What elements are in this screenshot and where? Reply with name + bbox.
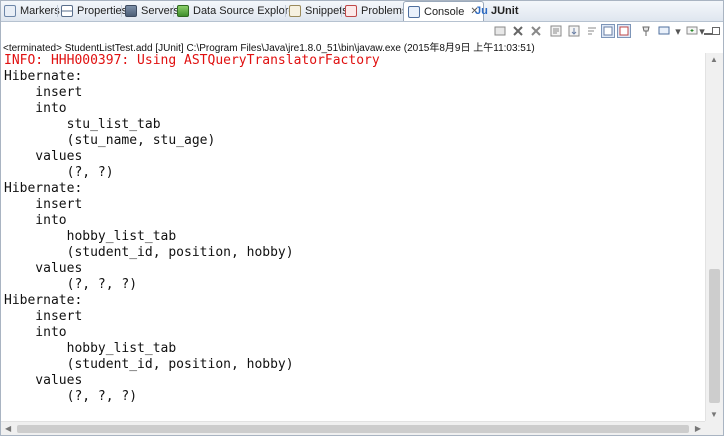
console-toolbar: ▾ ▾ <box>1 22 723 40</box>
tab-label: Problems <box>361 5 408 17</box>
tab-label: Console <box>424 5 465 18</box>
console-line: insert <box>4 197 91 212</box>
tab-data-source-explorer[interactable]: Data Source Explorer <box>177 2 298 20</box>
show-when-stderr-icon[interactable] <box>617 24 631 38</box>
tab-snippets[interactable]: Snippets <box>289 2 348 20</box>
view-tab-bar: Markers Properties Servers Data Source E… <box>1 1 723 22</box>
data-source-explorer-icon <box>177 5 189 17</box>
problems-icon <box>345 5 357 17</box>
console-line: INFO: HHH000397: Using ASTQueryTranslato… <box>4 53 380 68</box>
console-view: Markers Properties Servers Data Source E… <box>0 0 724 436</box>
properties-icon <box>61 5 73 17</box>
chevron-down-icon[interactable]: ▾ <box>671 24 685 38</box>
console-output[interactable]: INFO: HHH000397: Using ASTQueryTranslato… <box>4 53 704 421</box>
show-when-stdout-icon[interactable] <box>601 24 615 38</box>
console-line: (?, ?, ?) <box>4 389 138 404</box>
tab-separator <box>285 5 286 17</box>
console-line: Hibernate: <box>4 181 91 196</box>
tab-properties[interactable]: Properties <box>61 2 127 20</box>
console-line: into <box>4 325 67 340</box>
scroll-lock-icon[interactable] <box>567 24 581 38</box>
console-line: into <box>4 101 67 116</box>
tab-label: JUnit <box>491 5 519 17</box>
console-line: values <box>4 149 83 164</box>
scrollbar-corner <box>705 421 723 435</box>
console-line: values <box>4 373 83 388</box>
console-icon <box>408 5 420 18</box>
servers-icon <box>125 5 137 17</box>
scroll-right-icon[interactable]: ▶ <box>695 424 701 433</box>
junit-icon: Ju <box>475 5 488 17</box>
console-line: insert <box>4 85 91 100</box>
markers-icon <box>4 5 16 17</box>
tab-separator <box>341 5 342 17</box>
scroll-thumb[interactable] <box>709 269 720 403</box>
word-wrap-icon[interactable] <box>585 24 599 38</box>
tab-separator <box>57 5 58 17</box>
snippets-icon <box>289 5 301 17</box>
scroll-left-icon[interactable]: ◀ <box>5 424 11 433</box>
tab-junit[interactable]: Ju JUnit <box>475 2 519 20</box>
console-line: stu_list_tab <box>4 117 161 132</box>
horizontal-scrollbar[interactable]: ◀ ▶ <box>1 421 705 435</box>
scroll-down-icon[interactable]: ▼ <box>710 410 718 419</box>
console-line: hobby_list_tab <box>4 341 177 356</box>
console-line: into <box>4 213 67 228</box>
tab-console[interactable]: Console ✕ <box>403 1 484 21</box>
console-line: (?, ?, ?) <box>4 277 138 292</box>
remove-launch-icon[interactable] <box>493 24 507 38</box>
maximize-icon[interactable] <box>711 24 721 38</box>
console-line: (student_id, position, hobby) <box>4 357 302 372</box>
scroll-thumb[interactable] <box>17 425 689 433</box>
console-line: Hibernate: <box>4 293 91 308</box>
tab-servers[interactable]: Servers <box>125 2 179 20</box>
console-line: insert <box>4 309 91 324</box>
clear-console-icon[interactable] <box>549 24 563 38</box>
console-line: (stu_name, stu_age) <box>4 133 224 148</box>
vertical-scrollbar[interactable]: ▲ ▼ <box>705 53 723 421</box>
console-line: (student_id, position, hobby) <box>4 245 302 260</box>
pin-console-icon[interactable] <box>639 24 653 38</box>
remove-all-terminated-icon[interactable] <box>529 24 543 38</box>
display-selected-console-icon[interactable] <box>657 24 671 38</box>
tab-separator <box>173 5 174 17</box>
launch-status-line: <terminated> StudentListTest.add [JUnit]… <box>3 43 535 54</box>
console-line: values <box>4 261 83 276</box>
tab-separator <box>121 5 122 17</box>
terminate-icon[interactable] <box>511 24 525 38</box>
tab-label: Properties <box>77 5 128 17</box>
tab-label: Data Source Explorer <box>193 5 299 17</box>
console-line: hobby_list_tab <box>4 229 177 244</box>
console-line: (?, ?) <box>4 165 114 180</box>
tab-problems[interactable]: Problems <box>345 2 407 20</box>
console-line: Hibernate: <box>4 69 91 84</box>
tab-markers[interactable]: Markers <box>4 2 60 20</box>
tab-label: Markers <box>20 5 60 17</box>
scroll-up-icon[interactable]: ▲ <box>710 55 718 64</box>
